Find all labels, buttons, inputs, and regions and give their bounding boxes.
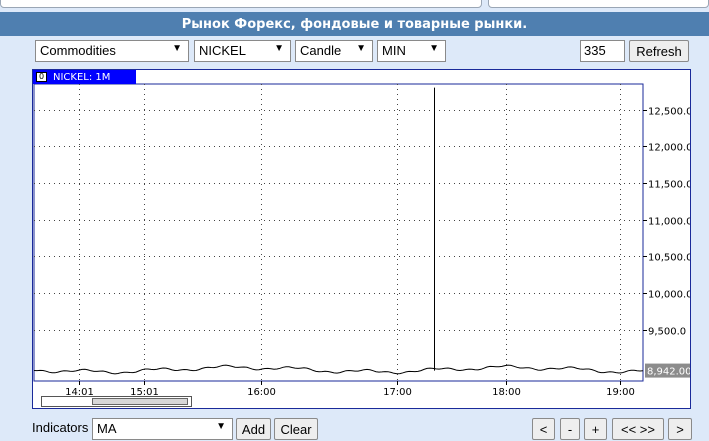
market-select[interactable]: Commodities ▼ [35,40,189,62]
zoom-in-button[interactable]: + [584,418,607,440]
price-chart[interactable]: 12,500.0 12,000.0 11,500.0 11,000.0 10,500.0… [32,69,691,409]
instrument-select[interactable]: NICKEL ▼ [194,40,291,62]
period-select[interactable]: MIN ▼ [377,40,446,62]
reset-view-button[interactable]: << >> [612,418,664,440]
chevron-down-icon: ▼ [172,43,182,54]
y-tick-label: 12,000.0 [648,143,690,154]
chevron-down-icon: ▼ [429,43,439,54]
instrument-select-value: NICKEL [199,43,246,58]
bars-count-input[interactable]: 335 [580,40,625,62]
chart-scrollbar-thumb[interactable] [92,398,188,405]
indicator-select[interactable]: MA ▼ [92,418,233,440]
chart-scrollbar[interactable] [41,396,192,407]
period-select-value: MIN [382,43,406,58]
y-tick-label: 10,500.0 [648,253,690,264]
price-line [33,364,644,375]
y-tick-label: 9,500.0 [648,327,686,338]
clear-indicators-button[interactable]: Clear [274,418,318,440]
current-price-label: 8,942.00 [647,367,690,378]
chart-tab-label: NICKEL: 1M [53,71,111,83]
y-tick-label: 11,000.0 [648,217,690,228]
page-banner: Рынок Форекс, фондовые и товарные рынки. [0,12,709,36]
plot-frame [33,83,644,382]
x-tick-label: 19:00 [606,387,635,398]
chart-tab[interactable]: 0 NICKEL: 1M [33,70,136,84]
top-panel-right [488,0,709,8]
chevron-down-icon: ▼ [216,421,226,432]
chevron-down-icon: ▼ [356,43,366,54]
indicators-label: Indicators [32,420,89,435]
refresh-button[interactable]: Refresh [629,40,689,62]
x-tick-label: 16:00 [247,387,276,398]
zoom-out-button[interactable]: - [560,418,580,440]
y-tick-label: 11,500.0 [648,180,690,191]
add-indicator-button[interactable]: Add [236,418,271,440]
y-tick-label: 12,500.0 [648,107,690,118]
x-tick-label: 17:00 [383,387,412,398]
chart-tab-close-icon[interactable]: 0 [36,72,47,82]
scroll-right-button[interactable]: > [668,418,692,440]
scroll-left-button[interactable]: < [532,418,555,440]
chevron-down-icon: ▼ [274,43,284,54]
chart-type-select-value: Candle [300,43,342,58]
top-panel-left [0,0,482,8]
indicator-select-value: MA [97,421,117,436]
chart-type-select[interactable]: Candle ▼ [295,40,373,62]
market-select-value: Commodities [40,43,116,58]
y-tick-label: 10,000.0 [648,290,690,301]
x-tick-label: 18:00 [492,387,521,398]
price-chart-svg: 12,500.0 12,000.0 11,500.0 11,000.0 10,500.0… [33,83,690,398]
